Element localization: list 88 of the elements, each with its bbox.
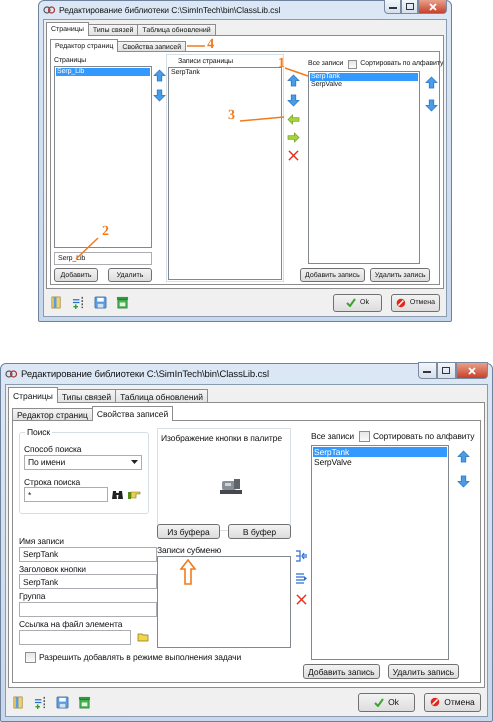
machine-icon (218, 476, 244, 497)
left-arrow-icon[interactable] (286, 114, 300, 125)
input-field[interactable] (19, 602, 157, 617)
list-add-icon[interactable] (294, 572, 308, 584)
records-list[interactable]: SerpTank SerpValve (311, 445, 449, 660)
input-field[interactable] (19, 630, 131, 644)
callout-number: 3 (228, 109, 235, 123)
stop-icon (396, 298, 406, 308)
up-arrow-icon[interactable] (425, 76, 438, 89)
field-label: Имя записи (19, 536, 65, 547)
up-arrow-icon[interactable] (286, 74, 300, 87)
search-method-dropdown[interactable]: По имени (24, 454, 142, 470)
bin-icon[interactable] (116, 296, 129, 309)
clipboard-button[interactable]: В буфер (228, 524, 291, 539)
close-icon (468, 366, 476, 374)
tab[interactable]: Страницы (8, 387, 58, 403)
book-icon[interactable] (50, 296, 63, 309)
right-arrow-icon[interactable] (286, 132, 300, 143)
window-title: Редактирование библиотеки C:\SimInTech\bin\ClassLib.csl (59, 5, 282, 15)
close-button[interactable] (418, 0, 447, 14)
field-label: Группа (19, 591, 46, 602)
save-icon[interactable] (94, 296, 107, 309)
save-icon[interactable] (56, 696, 69, 708)
add-list-icon[interactable] (72, 296, 85, 309)
add-list-icon[interactable] (34, 696, 47, 708)
down-arrow-icon[interactable] (425, 99, 438, 112)
app-icon (43, 5, 55, 15)
dropdown-caret-icon (131, 460, 138, 464)
stop-icon (430, 697, 440, 707)
field-label: Строка поиска (24, 476, 82, 488)
delete-icon[interactable] (296, 594, 306, 605)
close-icon (428, 2, 437, 10)
minimize-button[interactable] (384, 0, 402, 14)
checkbox[interactable] (348, 60, 358, 68)
down-arrow-icon[interactable] (286, 94, 300, 107)
maximize-icon (406, 3, 414, 10)
field-label: Заголовок кнопки (19, 564, 87, 574)
callout-number: 4 (207, 38, 214, 52)
tab[interactable]: Редактор страниц (12, 408, 93, 421)
check-icon (346, 298, 356, 307)
ok-button[interactable]: Ok (358, 692, 415, 712)
bin-icon[interactable] (78, 696, 91, 708)
cancel-button[interactable]: Отмена (424, 692, 481, 712)
list-label: Все записи (311, 431, 354, 442)
minimize-icon (388, 4, 397, 8)
list-insert-icon[interactable] (294, 550, 308, 562)
input-field[interactable]: SerpTank (19, 546, 157, 562)
record-button[interactable]: Удалить запись (388, 664, 460, 679)
checkbox-label[interactable]: Разрешить добавлять в режиме выполнения задачи (39, 652, 242, 662)
list-label: Записи субменю (157, 545, 222, 556)
down-arrow-icon[interactable] (457, 475, 470, 488)
maximize-button[interactable] (401, 0, 418, 14)
submenu-list[interactable] (157, 556, 291, 648)
leader-line (285, 67, 308, 77)
minimize-button[interactable] (418, 362, 437, 379)
input-field[interactable]: SerpTank (19, 574, 157, 590)
callout-arrow (180, 558, 196, 585)
down-arrow-icon[interactable] (152, 89, 166, 102)
field-label: Ссылка на файл элемента (19, 618, 124, 630)
window-title: Редактирование библиотеки C:\SimInTech\bin\ClassLib.csl (21, 368, 270, 380)
field-label: Способ поиска (24, 444, 82, 455)
checkbox-label[interactable]: Сортировать по алфавиту (372, 431, 474, 442)
record-button[interactable]: Добавить запись (303, 664, 380, 679)
list-item[interactable]: SerpValve (313, 457, 447, 468)
folder-icon[interactable] (137, 632, 149, 642)
close-button[interactable] (456, 362, 488, 379)
panel-label: Изображение кнопки в палитре (161, 433, 282, 444)
leader-line (240, 116, 284, 122)
binoculars-icon[interactable] (111, 489, 124, 500)
checkbox[interactable] (358, 431, 370, 442)
leader-line (187, 45, 206, 48)
delete-icon[interactable] (288, 150, 298, 161)
group-title: Поиск (25, 427, 52, 438)
check-icon (374, 698, 384, 706)
pointing-hand-icon[interactable] (127, 489, 141, 500)
up-arrow-icon[interactable] (152, 69, 166, 82)
maximize-icon (442, 367, 450, 374)
tab[interactable]: Таблица обновлений (115, 389, 208, 403)
app-icon (5, 369, 17, 379)
clipboard-button[interactable]: Из буфера (157, 524, 220, 539)
search-field[interactable]: * (24, 487, 108, 502)
maximize-button[interactable] (436, 362, 456, 379)
minimize-icon (423, 368, 432, 372)
up-arrow-icon[interactable] (457, 450, 470, 463)
tab[interactable]: Свойства записей (92, 406, 174, 421)
book-icon[interactable] (12, 696, 25, 708)
checkbox[interactable] (25, 652, 36, 662)
callout-number: 2 (102, 225, 109, 239)
